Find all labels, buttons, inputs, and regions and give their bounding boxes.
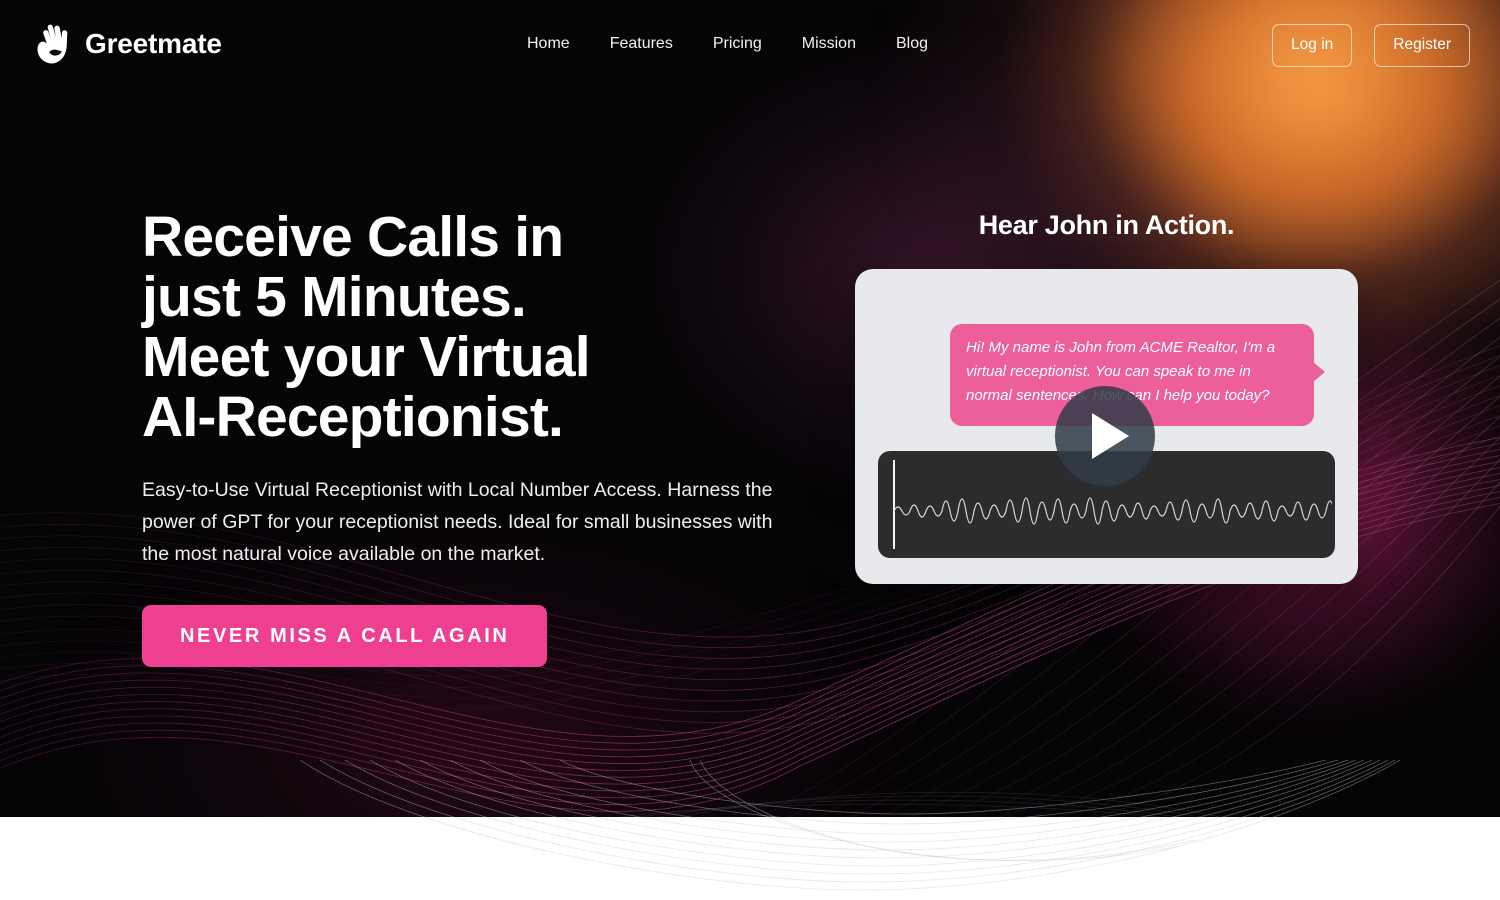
hero-section: Greetmate Home Features Pricing Mission … — [0, 0, 1500, 817]
hero-subtext: Easy-to-Use Virtual Receptionist with Lo… — [142, 479, 773, 565]
login-button[interactable]: Log in — [1272, 24, 1353, 67]
page-title: Receive Calls in just 5 Minutes. Meet yo… — [142, 205, 591, 449]
brand-logo[interactable]: Greetmate — [30, 22, 222, 66]
nav-item-pricing[interactable]: Pricing — [693, 31, 782, 57]
nav-item-features[interactable]: Features — [590, 31, 693, 57]
audio-demo-title: Hear John in Action. — [978, 210, 1235, 240]
play-triangle-icon — [1092, 413, 1129, 459]
audio-demo: Hear John in Action. Hi! My name is John… — [855, 205, 1358, 584]
site-header: Greetmate Home Features Pricing Mission … — [0, 0, 1500, 88]
never-miss-a-call-button[interactable]: NEVER MISS A CALL AGAIN — [142, 605, 548, 667]
main-navigation: Home Features Pricing Mission Blog — [507, 31, 948, 57]
play-button[interactable] — [1055, 386, 1155, 486]
nav-item-mission[interactable]: Mission — [782, 31, 876, 57]
landing-page: Greetmate Home Features Pricing Mission … — [0, 0, 1500, 900]
hero-content: Receive Calls in just 5 Minutes. Meet yo… — [142, 207, 822, 667]
brand-name: Greetmate — [85, 28, 222, 59]
register-button[interactable]: Register — [1374, 24, 1470, 67]
nav-item-home[interactable]: Home — [507, 31, 590, 57]
audio-player-card: Hi! My name is John from ACME Realtor, I… — [855, 269, 1358, 584]
background-arcs-light — [299, 760, 1401, 891]
speech-bubble-tail — [1313, 362, 1325, 382]
auth-actions: Log in Register — [1272, 24, 1470, 67]
waving-hand-icon — [37, 24, 68, 64]
nav-item-blog[interactable]: Blog — [876, 31, 948, 57]
